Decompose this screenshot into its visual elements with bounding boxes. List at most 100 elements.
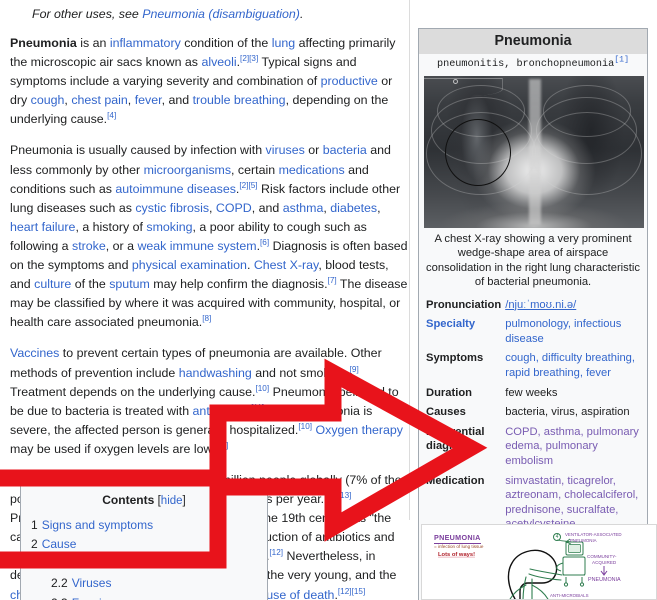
- citation-ref[interactable]: [2][5]: [239, 181, 257, 190]
- toc-item-link[interactable]: Bacteria: [72, 557, 116, 571]
- article-text: may be used if oxygen levels are low.: [10, 441, 216, 456]
- citation-ref[interactable]: [12]: [269, 548, 283, 557]
- citation-ref-link[interactable]: [4]: [107, 111, 116, 120]
- article-text: , and: [251, 200, 283, 215]
- toc-item[interactable]: 1 Signs and symptoms: [21, 516, 267, 536]
- toc-item-link[interactable]: Fungi: [72, 596, 102, 600]
- citation-ref[interactable]: [7]: [328, 276, 337, 285]
- citation-ref[interactable]: [8]: [202, 314, 211, 323]
- article-link[interactable]: handwashing: [179, 366, 252, 380]
- article-link[interactable]: culture: [34, 277, 71, 291]
- infobox-value-link[interactable]: /njuːˈmoʊ.ni.ə/: [505, 299, 576, 311]
- infobox-row-value: few weeks: [505, 386, 558, 399]
- infobox-row-label: Causes: [426, 406, 466, 419]
- citation-ref-link[interactable]: [2][5]: [239, 181, 257, 190]
- article-link[interactable]: antibiotics: [193, 404, 248, 418]
- article-text: ,: [127, 93, 135, 108]
- citation-ref[interactable]: [10]: [298, 422, 312, 431]
- article-link[interactable]: diabetes: [330, 201, 377, 215]
- citation-ref[interactable]: [11]: [215, 441, 228, 450]
- infobox-row: Causes bacteria, virus, aspiration: [419, 403, 647, 423]
- infobox-subtitle-ref[interactable]: [1]: [614, 56, 629, 65]
- article-link[interactable]: asthma: [283, 201, 324, 215]
- citation-ref-link[interactable]: [8]: [202, 314, 211, 323]
- toc-item-number: 2.1: [51, 556, 68, 571]
- toc-item[interactable]: 2 Cause: [21, 535, 267, 555]
- article-link[interactable]: trouble breathing: [193, 93, 286, 107]
- citation-ref[interactable]: [11]: [251, 403, 264, 412]
- article-link[interactable]: viruses: [266, 143, 305, 157]
- toc-item[interactable]: 2.2 Viruses: [21, 574, 267, 594]
- article-link[interactable]: weak immune system: [137, 239, 256, 253]
- hand-drawn-pneumonia-diagram[interactable]: PNEUMONIA = infection of lung tissue Lot…: [421, 524, 657, 600]
- citation-ref-link[interactable]: [12][15]: [338, 586, 365, 595]
- article-link[interactable]: chest pain: [71, 93, 127, 107]
- article-link[interactable]: inflammatory: [110, 36, 181, 50]
- infobox-value-link[interactable]: cough, difficulty breathing, rapid breat…: [505, 352, 635, 379]
- citation-ref[interactable]: [9]: [350, 364, 359, 373]
- citation-ref-link[interactable]: [7]: [328, 276, 337, 285]
- citation-ref-link[interactable]: [11]: [251, 403, 264, 412]
- toc-item-number: 2: [31, 537, 38, 551]
- article-link[interactable]: smoking: [146, 220, 192, 234]
- article-link[interactable]: fever: [135, 93, 162, 107]
- infobox-row-label: Symptoms: [426, 352, 484, 365]
- citation-ref[interactable]: [12][13]: [324, 491, 351, 500]
- toc-item-link[interactable]: Cause: [42, 537, 77, 551]
- infobox-row-label[interactable]: Specialty: [419, 315, 505, 349]
- toc-item-link[interactable]: Viruses: [72, 576, 112, 590]
- citation-ref-link[interactable]: [12]: [269, 548, 283, 557]
- citation-ref[interactable]: [10]: [255, 383, 269, 392]
- citation-ref-link[interactable]: [9]: [350, 364, 359, 373]
- article-link[interactable]: Chest X-ray: [254, 258, 319, 272]
- article-link[interactable]: productive: [321, 74, 378, 88]
- citation-ref[interactable]: [4]: [107, 111, 116, 120]
- article-link[interactable]: microorganisms: [144, 163, 231, 177]
- citation-ref[interactable]: [2][3]: [240, 54, 258, 63]
- article-link[interactable]: bacteria: [323, 143, 367, 157]
- infobox-subtitle: pneumonitis, bronchopneumonia[1]: [419, 54, 647, 76]
- infobox-row-label-link[interactable]: Specialty: [426, 318, 475, 330]
- chest-xray-image[interactable]: [424, 76, 644, 228]
- infobox-row-label: Differential diagnosis: [426, 425, 485, 453]
- article-link[interactable]: lung: [272, 36, 295, 50]
- article-link[interactable]: autoimmune diseases: [115, 182, 236, 196]
- infobox-row-value[interactable]: /njuːˈmoʊ.ni.ə/: [505, 295, 647, 315]
- citation-ref-link[interactable]: [6]: [260, 238, 269, 247]
- infobox-value-link[interactable]: pulmonology, infectious disease: [505, 318, 621, 345]
- citation-ref-link[interactable]: [2][3]: [240, 54, 258, 63]
- citation-ref-link[interactable]: [10]: [255, 383, 269, 392]
- infobox-row-label: Duration: [426, 386, 472, 399]
- article-text: condition of the: [180, 36, 272, 50]
- article-link[interactable]: Oxygen therapy: [316, 423, 403, 437]
- article-link[interactable]: medications: [279, 163, 345, 177]
- toc-item-link[interactable]: Signs and symptoms: [42, 518, 153, 532]
- infobox-value-link[interactable]: COPD, asthma, pulmonary edema, pulmonary…: [505, 426, 639, 467]
- article-link[interactable]: sputum: [109, 277, 150, 291]
- citation-ref-link[interactable]: [11]: [215, 441, 228, 450]
- citation-ref-link[interactable]: [10]: [298, 422, 312, 431]
- infobox-subtitle-ref-link[interactable]: [1]: [614, 56, 629, 65]
- toc-item[interactable]: 2.3 Fungi: [21, 594, 267, 600]
- citation-ref[interactable]: [6]: [260, 238, 269, 247]
- citation-ref-link[interactable]: [12][13]: [324, 491, 351, 500]
- hatnote-link[interactable]: Pneumonia (disambiguation): [142, 7, 300, 21]
- toc-toggle[interactable]: [hide]: [158, 495, 186, 507]
- diagram-outcome-label: PNEUMONIA: [588, 577, 621, 583]
- citation-ref[interactable]: [12][15]: [338, 586, 365, 595]
- article-link[interactable]: cough: [31, 93, 65, 107]
- infobox-row-value[interactable]: COPD, asthma, pulmonary edema, pulmonary…: [505, 422, 647, 471]
- infobox-row-value[interactable]: pulmonology, infectious disease: [505, 315, 647, 349]
- infobox-subtitle-text: pneumonitis, bronchopneumonia: [436, 59, 615, 70]
- article-link[interactable]: heart failure: [10, 220, 75, 234]
- wikipedia-article-page: For other uses, see Pneumonia (disambigu…: [0, 0, 657, 600]
- article-link[interactable]: physical examination: [132, 258, 247, 272]
- toc-hide-link[interactable]: hide: [161, 495, 183, 507]
- toc-item[interactable]: 2.1 Bacteria: [21, 555, 267, 575]
- article-link[interactable]: alveoli: [201, 55, 236, 69]
- infobox-row-value[interactable]: cough, difficulty breathing, rapid breat…: [505, 349, 647, 383]
- article-link[interactable]: Vaccines: [10, 346, 59, 360]
- article-link[interactable]: cystic fibrosis: [135, 201, 209, 215]
- article-link[interactable]: COPD: [216, 201, 252, 215]
- article-link[interactable]: stroke: [72, 239, 106, 253]
